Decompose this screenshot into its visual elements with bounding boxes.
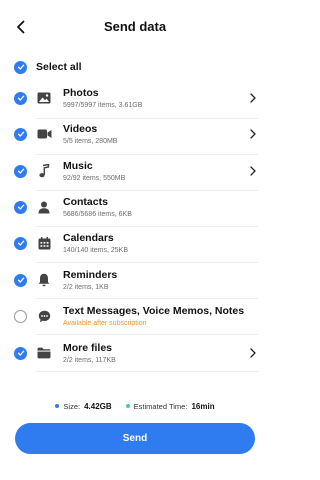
music-checkbox[interactable]: [14, 164, 27, 178]
item-details: 2/2 items, 1KB: [63, 283, 109, 291]
checkmark-icon: [17, 168, 24, 174]
checkmark-icon: [17, 350, 24, 356]
time-dot-icon: [125, 404, 130, 408]
item-name: More files: [63, 341, 113, 354]
list-item-more-files[interactable]: More files 2/2 items, 117KB: [14, 335, 258, 371]
checkmark-icon: [17, 277, 24, 283]
header: Send data: [0, 0, 270, 52]
messages-checkbox[interactable]: [14, 309, 27, 323]
time-summary: Estimated Time: 16min: [125, 401, 215, 411]
folder-icon: [35, 344, 53, 362]
chevron-right-icon[interactable]: [248, 91, 258, 105]
chevron-right-icon[interactable]: [248, 127, 258, 141]
bell-icon: [35, 271, 53, 289]
item-details: 92/92 items, 550MB: [63, 174, 126, 182]
checkmark-icon: [17, 95, 24, 101]
contacts-checkbox[interactable]: [14, 200, 27, 214]
list-item-reminders[interactable]: Reminders 2/2 items, 1KB: [14, 262, 258, 298]
checkmark-icon: [17, 240, 24, 246]
photos-checkbox[interactable]: [14, 91, 27, 105]
chevron-right-icon[interactable]: [248, 346, 258, 360]
item-name: Music: [63, 159, 93, 172]
video-camera-icon: [35, 125, 53, 143]
size-dot-icon: [55, 404, 60, 408]
list-item-calendars[interactable]: Calendars 140/140 items, 25KB: [14, 225, 258, 261]
list-item-videos[interactable]: Videos 5/5 items, 280MB: [14, 116, 258, 152]
item-details: 2/2 items, 117KB: [63, 356, 116, 364]
list-item-photos[interactable]: Photos 5997/5997 items, 3.61GB: [14, 80, 258, 116]
chevron-right-icon[interactable]: [248, 164, 258, 178]
calendar-icon: [35, 234, 53, 252]
checkmark-icon: [17, 64, 24, 70]
item-details: 5997/5997 items, 3.61GB: [63, 101, 143, 109]
list-item-messages[interactable]: Text Messages, Voice Memos, Notes Availa…: [14, 298, 258, 334]
divider: [36, 371, 258, 372]
item-name: Videos: [63, 122, 98, 135]
item-details: 5686/5686 items, 6KB: [63, 210, 132, 218]
more-files-checkbox[interactable]: [14, 346, 27, 360]
item-details: 140/140 items, 25KB: [63, 246, 128, 254]
list-item-music[interactable]: Music 92/92 items, 550MB: [14, 153, 258, 189]
size-summary: Size: 4.42GB: [55, 401, 112, 411]
list-item-contacts[interactable]: Contacts 5686/5686 items, 6KB: [14, 189, 258, 225]
item-name: Calendars: [63, 231, 114, 244]
item-details: 5/5 items, 280MB: [63, 137, 118, 145]
select-all-row[interactable]: Select all: [14, 58, 82, 76]
person-icon: [35, 198, 53, 216]
music-note-icon: [35, 162, 53, 180]
send-button[interactable]: Send: [15, 423, 255, 454]
size-value: 4.42GB: [84, 401, 112, 411]
time-value: 16min: [191, 401, 215, 411]
reminders-checkbox[interactable]: [14, 273, 27, 287]
time-label: Estimated Time:: [133, 401, 188, 411]
subscription-notice: Available after subscription: [63, 319, 147, 327]
checkmark-icon: [17, 204, 24, 210]
item-name: Photos: [63, 86, 99, 99]
calendars-checkbox[interactable]: [14, 236, 27, 250]
chat-bubble-icon: [35, 307, 53, 325]
item-name: Reminders: [63, 268, 118, 281]
select-all-checkbox[interactable]: [14, 60, 27, 74]
item-name: Contacts: [63, 195, 108, 208]
videos-checkbox[interactable]: [14, 127, 27, 141]
page-title: Send data: [103, 19, 167, 34]
size-label: Size:: [63, 401, 81, 411]
photo-icon: [35, 89, 53, 107]
transfer-summary: Size: 4.42GB Estimated Time: 16min: [0, 400, 270, 412]
select-all-label: Select all: [36, 61, 82, 73]
item-name: Text Messages, Voice Memos, Notes: [63, 304, 245, 317]
checkmark-icon: [17, 131, 24, 137]
